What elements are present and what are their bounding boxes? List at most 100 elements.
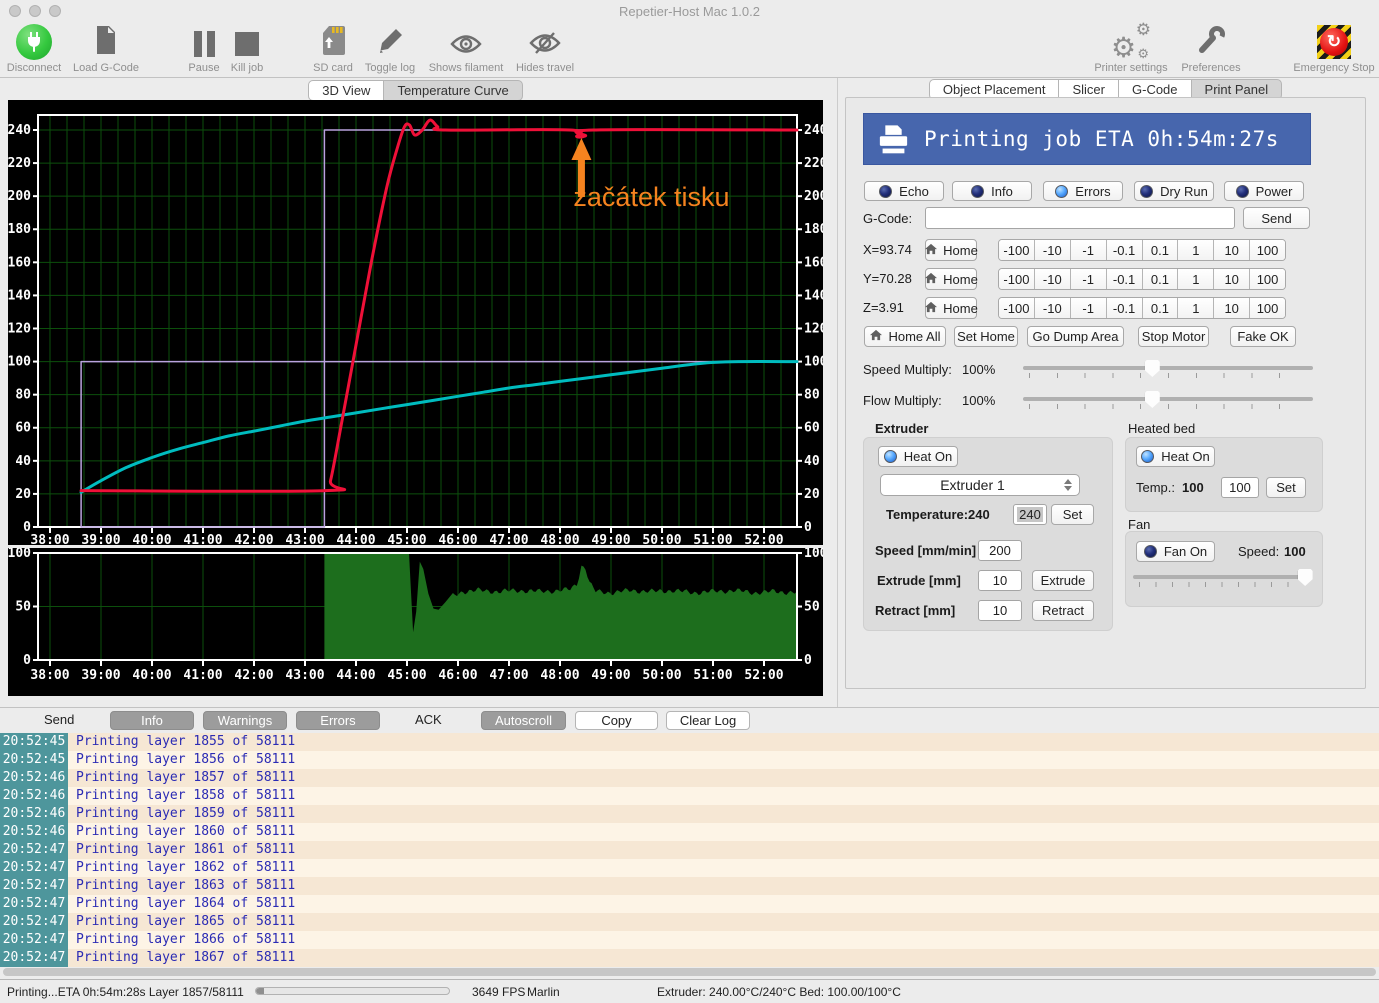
jog-step-button[interactable]: 100	[1249, 298, 1285, 318]
jog-step-button[interactable]: 100	[1249, 240, 1285, 260]
shows-filament-button[interactable]: Shows filament	[423, 24, 509, 74]
jog-step-button[interactable]: -1	[1070, 298, 1106, 318]
sd-card-button[interactable]: SD card	[308, 24, 358, 74]
log-autoscroll-button[interactable]: Autoscroll	[481, 711, 566, 730]
home-z-button[interactable]: Home	[925, 297, 977, 319]
preferences-button[interactable]: Preferences	[1177, 24, 1245, 74]
svg-text:0: 0	[804, 520, 812, 535]
home-icon	[924, 243, 938, 258]
fan-speed-slider[interactable]	[1133, 568, 1310, 588]
svg-text:200: 200	[804, 189, 823, 204]
temps-text: Extruder: 240.00°C/240°C Bed: 100.00/100…	[657, 985, 901, 999]
pause-button[interactable]: Pause	[184, 24, 224, 74]
bed-temp-input[interactable]: 100	[1221, 477, 1259, 498]
tab-temperature-curve[interactable]: Temperature Curve	[383, 80, 522, 101]
log-filter-info[interactable]: Info	[110, 711, 194, 730]
jog-step-button[interactable]: -1	[1070, 240, 1106, 260]
fan-speed-label: Speed:	[1238, 544, 1279, 559]
home-y-button[interactable]: Home	[925, 268, 977, 290]
jog-step-button[interactable]: -100	[999, 298, 1034, 318]
jog-step-button[interactable]: -10	[1034, 298, 1070, 318]
extruder-temp-set-button[interactable]: Set	[1051, 504, 1094, 525]
jog-step-button[interactable]: 10	[1213, 298, 1249, 318]
fan-toggle[interactable]: Fan On	[1136, 541, 1215, 562]
svg-text:120: 120	[804, 321, 823, 336]
jog-step-button[interactable]: 1	[1177, 269, 1213, 289]
gcode-input[interactable]	[925, 207, 1235, 229]
jog-step-button[interactable]: -0.1	[1106, 298, 1142, 318]
extrude-button[interactable]: Extrude	[1032, 570, 1094, 591]
log-timestamp: 20:52:46	[0, 787, 68, 805]
printer-settings-button[interactable]: ⚙⚙⚙ Printer settings	[1089, 24, 1173, 74]
jog-step-button[interactable]: 0.1	[1142, 240, 1178, 260]
bed-temp-set-button[interactable]: Set	[1266, 477, 1306, 498]
jog-step-button[interactable]: -0.1	[1106, 269, 1142, 289]
home-all-button[interactable]: Home All	[864, 326, 946, 347]
jog-step-button[interactable]: 0.1	[1142, 269, 1178, 289]
jog-step-button[interactable]: 10	[1213, 269, 1249, 289]
load-gcode-button[interactable]: Load G-Code	[68, 24, 144, 74]
toggle-power[interactable]: Power	[1224, 181, 1304, 201]
jog-step-button[interactable]: -10	[1034, 240, 1070, 260]
toggle-errors[interactable]: Errors	[1043, 181, 1123, 201]
retract-button[interactable]: Retract	[1032, 600, 1094, 621]
jog-step-button[interactable]: 10	[1213, 240, 1249, 260]
home-icon	[924, 301, 938, 316]
log-send-label[interactable]: Send	[44, 712, 74, 727]
jog-step-button[interactable]: -1	[1070, 269, 1106, 289]
jog-step-button[interactable]: -100	[999, 240, 1034, 260]
speed-input[interactable]: 200	[978, 540, 1022, 561]
toggle-log-button[interactable]: Toggle log	[360, 24, 420, 74]
kill-job-button[interactable]: Kill job	[226, 24, 268, 74]
toggle-dry-run[interactable]: Dry Run	[1134, 181, 1214, 201]
svg-text:38:00: 38:00	[30, 533, 69, 545]
log-list[interactable]: 20:52:45Printing layer 1855 of 5811120:5…	[0, 733, 1379, 967]
jog-step-button[interactable]: 100	[1249, 269, 1285, 289]
log-ack-label[interactable]: ACK	[415, 712, 442, 727]
emergency-stop-button[interactable]: ↻ Emergency Stop	[1291, 24, 1377, 74]
extruder-selector[interactable]: Extruder 1	[880, 474, 1080, 496]
toggle-echo[interactable]: Echo	[864, 181, 944, 201]
log-copy-button[interactable]: Copy	[575, 711, 658, 730]
log-filter-errors[interactable]: Errors	[296, 711, 380, 730]
bed-heat-toggle[interactable]: Heat On	[1136, 446, 1215, 467]
vertical-splitter[interactable]	[837, 78, 838, 707]
svg-text:42:00: 42:00	[234, 668, 273, 683]
extruder-temp-input[interactable]: 240	[1013, 504, 1047, 525]
log-filter-warnings[interactable]: Warnings	[203, 711, 287, 730]
toggle-info[interactable]: Info	[952, 181, 1032, 201]
jog-step-button[interactable]: -100	[999, 269, 1034, 289]
printer-icon	[877, 124, 910, 154]
tab-3d-view[interactable]: 3D View	[308, 80, 384, 101]
stop-icon	[235, 32, 259, 56]
retract-input[interactable]: 10	[978, 600, 1022, 621]
hides-travel-button[interactable]: Hides travel	[512, 24, 578, 74]
svg-text:220: 220	[804, 156, 823, 171]
jog-step-button[interactable]: 1	[1177, 240, 1213, 260]
log-message: Printing layer 1859 of 58111	[68, 805, 295, 823]
go-dump-area-button[interactable]: Go Dump Area	[1027, 326, 1124, 347]
svg-text:100: 100	[8, 548, 31, 561]
log-clear-button[interactable]: Clear Log	[666, 711, 750, 730]
jog-step-button[interactable]: 0.1	[1142, 298, 1178, 318]
log-timestamp: 20:52:47	[0, 895, 68, 913]
svg-text:140: 140	[8, 288, 31, 303]
log-scrollbar[interactable]	[3, 968, 1376, 976]
extrude-input[interactable]: 10	[978, 570, 1022, 591]
jog-step-button[interactable]: -10	[1034, 269, 1070, 289]
toggle-label: Power	[1256, 184, 1293, 199]
jog-step-button[interactable]: -0.1	[1106, 240, 1142, 260]
extruder-heat-toggle[interactable]: Heat On	[878, 446, 958, 467]
set-home-button[interactable]: Set Home	[954, 326, 1018, 347]
flow-multiply-slider[interactable]	[1023, 390, 1313, 410]
stop-motor-button[interactable]: Stop Motor	[1138, 326, 1209, 347]
jog-step-button[interactable]: 1	[1177, 298, 1213, 318]
fake-ok-button[interactable]: Fake OK	[1230, 326, 1296, 347]
log-timestamp: 20:52:47	[0, 913, 68, 931]
speed-multiply-slider[interactable]	[1023, 359, 1313, 379]
home-x-button[interactable]: Home	[925, 239, 977, 261]
svg-text:180: 180	[8, 222, 31, 237]
send-gcode-button[interactable]: Send	[1243, 207, 1310, 229]
disconnect-button[interactable]: Disconnect	[4, 24, 64, 74]
svg-text:140: 140	[804, 288, 823, 303]
